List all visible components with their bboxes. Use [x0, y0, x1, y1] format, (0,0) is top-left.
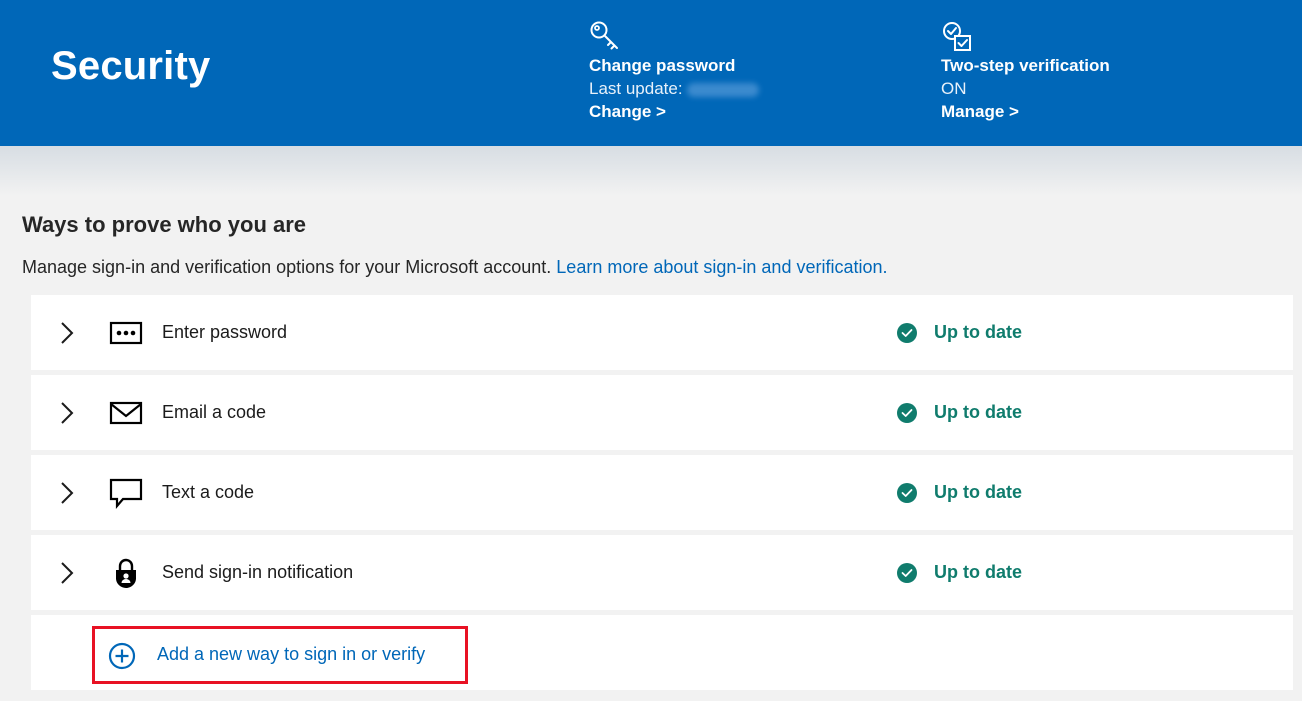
check-circle-icon	[897, 562, 917, 583]
method-row-email[interactable]: Email a code Up to date	[31, 375, 1293, 450]
page-title: Security	[51, 44, 211, 88]
chevron-right-icon[interactable]	[56, 400, 78, 426]
security-header: Security Change password Last update: Ch…	[0, 0, 1302, 146]
section-description: Manage sign-in and verification options …	[22, 257, 888, 278]
password-dots-icon	[109, 321, 143, 345]
envelope-icon	[109, 401, 143, 425]
two-step-status: ON	[941, 79, 967, 98]
lock-person-icon	[116, 558, 136, 589]
status-indicator: Up to date	[897, 482, 1022, 503]
change-password-title: Change password	[589, 56, 736, 75]
status-indicator: Up to date	[897, 562, 1022, 583]
method-label: Enter password	[162, 322, 288, 342]
password-last-update: Last update:	[589, 77, 759, 100]
status-indicator: Up to date	[897, 402, 1022, 423]
method-row-text[interactable]: Text a code Up to date	[31, 455, 1293, 530]
section-title: Ways to prove who you are	[22, 212, 307, 237]
status-text: Up to date	[934, 562, 1022, 582]
status-indicator: Up to date	[897, 322, 1022, 343]
status-text: Up to date	[934, 322, 1022, 342]
method-label: Send sign-in notification	[162, 562, 354, 582]
description-text: Manage sign-in and verification options …	[22, 257, 552, 277]
chevron-right-icon[interactable]	[56, 560, 78, 586]
learn-more-link[interactable]: Learn more about sign-in and verificatio…	[556, 257, 887, 277]
plus-circle-icon	[108, 642, 136, 670]
check-circle-icon	[897, 322, 917, 343]
method-row-password[interactable]: Enter password Up to date	[31, 295, 1293, 370]
checklist-icon	[943, 22, 971, 51]
key-icon	[590, 21, 618, 50]
chevron-right-icon[interactable]	[56, 320, 78, 346]
header-shadow	[0, 146, 1302, 196]
change-password-link[interactable]: Change >	[589, 100, 759, 123]
last-update-label: Last update:	[589, 79, 683, 98]
add-sign-in-method-button[interactable]: Add a new way to sign in or verify	[92, 626, 468, 684]
add-method-row: Add a new way to sign in or verify	[31, 615, 1293, 690]
speech-bubble-icon	[109, 478, 143, 509]
redacted-date	[686, 82, 759, 97]
check-circle-icon	[897, 482, 917, 503]
two-step-title: Two-step verification	[941, 56, 1110, 75]
change-password-card: Change password Last update: Change >	[589, 20, 759, 123]
add-method-label: Add a new way to sign in or verify	[157, 644, 426, 664]
status-text: Up to date	[934, 482, 1022, 502]
manage-two-step-link[interactable]: Manage >	[941, 100, 1110, 123]
status-text: Up to date	[934, 402, 1022, 422]
check-circle-icon	[897, 402, 917, 423]
method-label: Email a code	[162, 402, 267, 422]
sign-in-methods-list: Enter password Up to date Email a code U…	[31, 295, 1293, 690]
method-row-notification[interactable]: Send sign-in notification Up to date	[31, 535, 1293, 610]
method-label: Text a code	[162, 482, 255, 502]
two-step-verification-card: Two-step verification ON Manage >	[941, 20, 1110, 123]
chevron-right-icon[interactable]	[56, 480, 78, 506]
